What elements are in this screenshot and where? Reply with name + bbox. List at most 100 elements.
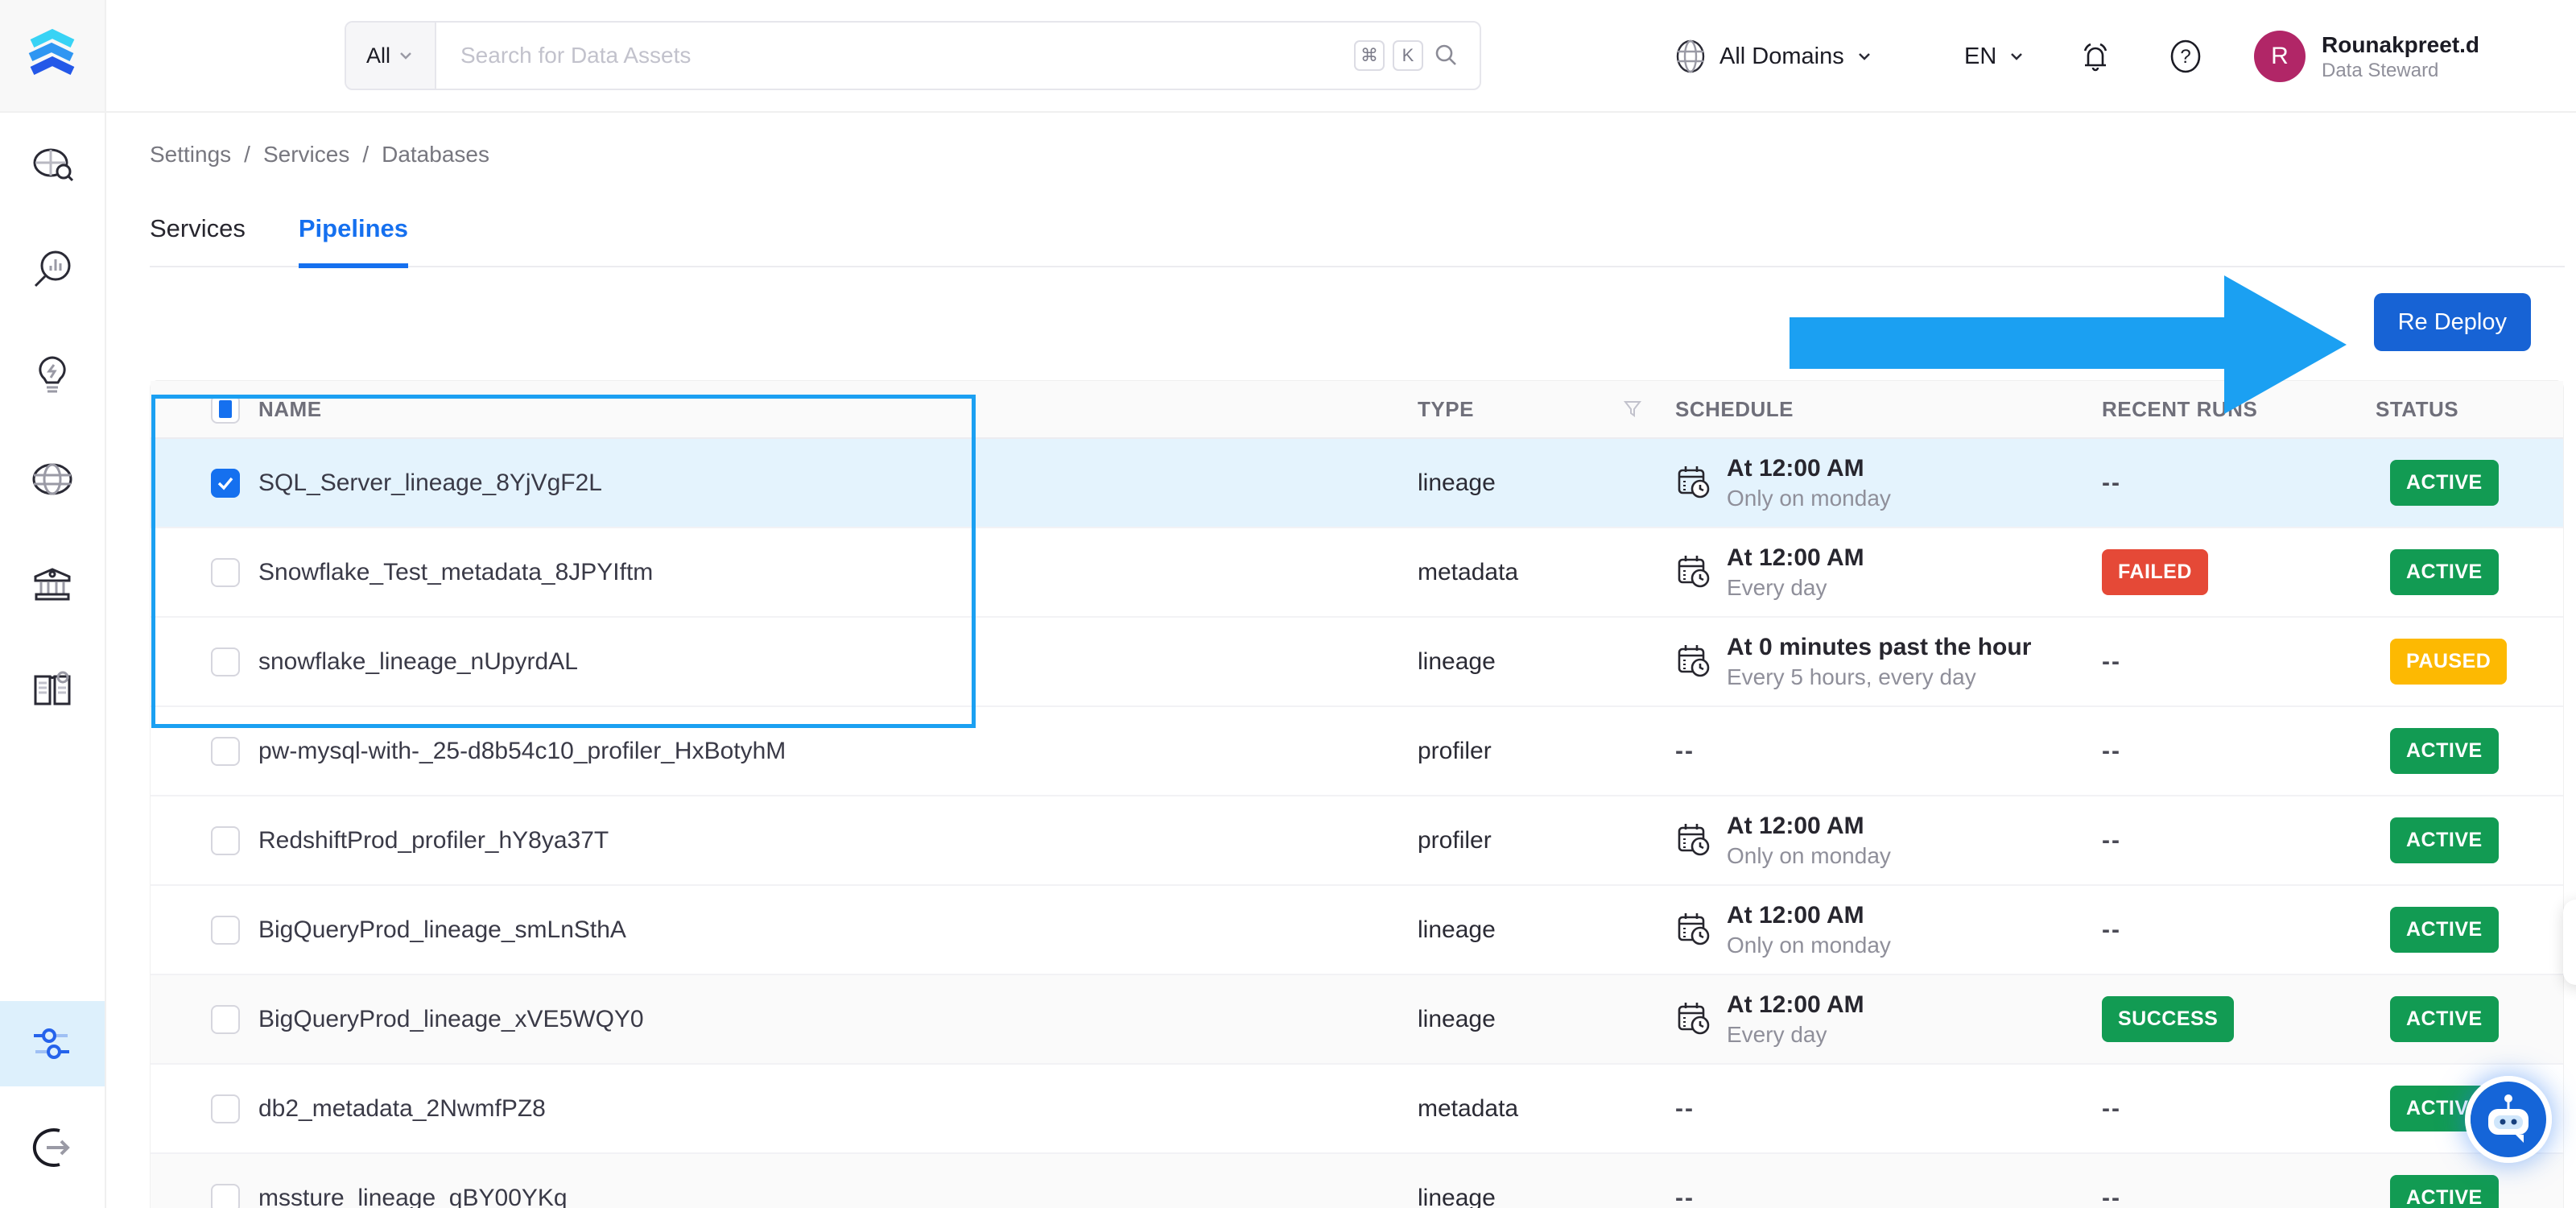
empty-value: -- (1675, 1184, 1695, 1208)
table-body: SQL_Server_lineage_8YjVgF2L lineage At 1… (151, 439, 2563, 1208)
pipelines-settings-page: { "colors": { "primary": "#1763d5", "ann… (0, 0, 2576, 1208)
status-badge: SUCCESS (2102, 996, 2235, 1042)
pipeline-name[interactable]: SQL_Server_lineage_8YjVgF2L (258, 470, 1418, 497)
top-bar: All ⌘ K All Domains EN (106, 0, 2576, 113)
empty-value: -- (1675, 1094, 1695, 1122)
tab-pipelines[interactable]: Pipelines (298, 214, 409, 268)
column-header-schedule[interactable]: SCHEDULE (1675, 397, 2102, 422)
row-checkbox[interactable] (211, 557, 240, 587)
breadcrumb-services[interactable]: Services (263, 142, 349, 168)
tab-services[interactable]: Services (150, 214, 246, 266)
pipeline-type: profiler (1418, 737, 1492, 764)
recent-runs-cell: -- (2102, 648, 2376, 676)
select-all-checkbox[interactable] (211, 395, 240, 424)
status-cell: ACTIVE (2376, 728, 2565, 774)
column-header-name[interactable]: NAME (258, 397, 1418, 422)
breadcrumb-databases[interactable]: Databases (382, 142, 489, 168)
row-checkbox[interactable] (211, 1004, 240, 1034)
status-badge: ACTIVE (2390, 817, 2499, 863)
recent-runs-cell: -- (2102, 1095, 2376, 1123)
bank-icon (34, 568, 71, 601)
sidebar-item-govern[interactable] (0, 532, 105, 636)
pipeline-type: metadata (1418, 558, 1519, 585)
pipeline-name[interactable]: BigQueryProd_lineage_smLnSthA (258, 916, 1418, 944)
filter-icon[interactable] (1622, 399, 1643, 420)
row-checkbox[interactable] (211, 825, 240, 855)
search-icon[interactable] (1431, 41, 1460, 70)
pipeline-type: metadata (1418, 1094, 1519, 1122)
domain-selector[interactable]: All Domains (1673, 0, 1873, 113)
redeploy-button[interactable]: Re Deploy (2373, 293, 2531, 351)
column-header-recent-runs[interactable]: RECENT RUNS (2102, 397, 2376, 422)
row-checkbox[interactable] (211, 1183, 240, 1208)
row-checkbox[interactable] (211, 1094, 240, 1123)
table-row[interactable]: RedshiftProd_profiler_hY8ya37T profiler … (151, 796, 2563, 886)
search-input[interactable] (436, 23, 1354, 89)
status-cell: PAUSED (2376, 639, 2565, 685)
table-row[interactable]: BigQueryProd_lineage_smLnSthA lineage At… (151, 886, 2563, 975)
openmetadata-logo-icon (28, 28, 75, 75)
column-header-type[interactable]: TYPE (1418, 397, 1474, 422)
schedule-time: At 12:00 AM (1727, 812, 1864, 839)
row-checkbox[interactable] (211, 915, 240, 945)
main-content: Settings / Services / Databases Services… (150, 113, 2565, 1208)
chevron-down-icon (400, 52, 411, 60)
table-row[interactable]: BigQueryProd_lineage_xVE5WQY0 lineage At… (151, 975, 2563, 1065)
calendar-clock-icon (1678, 556, 1710, 588)
table-row[interactable]: db2_metadata_2NwmfPZ8 metadata -- -- ACT… (151, 1065, 2563, 1154)
empty-value: -- (2102, 826, 2121, 854)
schedule-frequency: Every 5 hours, every day (1727, 664, 1976, 689)
pipeline-name[interactable]: BigQueryProd_lineage_xVE5WQY0 (258, 1006, 1418, 1033)
sidebar-item-logout[interactable] (0, 1095, 105, 1200)
avatar-initial: R (2271, 43, 2289, 69)
pipeline-name[interactable]: snowflake_lineage_nUpyrdAL (258, 648, 1418, 676)
table-row[interactable]: SQL_Server_lineage_8YjVgF2L lineage At 1… (151, 439, 2563, 528)
column-header-status[interactable]: STATUS (2376, 397, 2565, 422)
edge-widget[interactable] (2563, 900, 2576, 985)
pipeline-type: lineage (1418, 647, 1496, 675)
search-shortcut: ⌘ K (1354, 23, 1480, 89)
global-search: All ⌘ K (345, 21, 1481, 90)
pipeline-schedule: At 12:00 AM Only on monday (1675, 810, 2102, 871)
sidebar-item-explore[interactable] (0, 113, 105, 217)
calendar-clock-icon (1678, 645, 1710, 677)
breadcrumb-settings[interactable]: Settings (150, 142, 231, 168)
help-button[interactable]: ? (2167, 0, 2204, 113)
magnifier-chart-icon (34, 250, 71, 288)
row-checkbox[interactable] (211, 468, 240, 498)
table-row[interactable]: mssture_lineage_qBY00YKq lineage -- -- A… (151, 1154, 2563, 1208)
pipeline-name[interactable]: RedshiftProd_profiler_hY8ya37T (258, 827, 1418, 854)
empty-value: -- (2102, 1094, 2121, 1122)
pipeline-name[interactable]: pw-mysql-with-_25-d8b54c10_profiler_HxBo… (258, 738, 1418, 765)
language-selector[interactable]: EN (1964, 0, 2025, 113)
table-row[interactable]: Snowflake_Test_metadata_8JPYIftm metadat… (151, 528, 2563, 618)
pipeline-type: lineage (1418, 1184, 1496, 1208)
pipeline-schedule: -- (1675, 738, 2102, 765)
sidebar-item-settings[interactable] (0, 1001, 105, 1086)
pipeline-name[interactable]: Snowflake_Test_metadata_8JPYIftm (258, 559, 1418, 586)
status-badge: ACTIVE (2390, 728, 2499, 774)
help-icon: ? (2170, 39, 2201, 73)
pipeline-schedule: At 12:00 AM Only on monday (1675, 900, 2102, 960)
schedule-frequency: Only on monday (1727, 485, 1891, 511)
pipeline-type: lineage (1418, 1005, 1496, 1032)
row-checkbox[interactable] (211, 647, 240, 676)
chatbot-button[interactable] (2465, 1076, 2552, 1163)
notifications-button[interactable] (2077, 0, 2114, 113)
cmd-keycap: ⌘ (1354, 40, 1385, 71)
search-scope-dropdown[interactable]: All (346, 23, 436, 89)
table-row[interactable]: pw-mysql-with-_25-d8b54c10_profiler_HxBo… (151, 707, 2563, 796)
sidebar-item-observability[interactable] (0, 217, 105, 322)
user-menu[interactable]: R Rounakpreet.d Data Steward (2254, 0, 2576, 113)
sidebar-item-domains[interactable] (0, 427, 105, 532)
app-logo[interactable] (0, 0, 105, 113)
table-row[interactable]: snowflake_lineage_nUpyrdAL lineage At 0 … (151, 618, 2563, 707)
sidebar-item-glossary[interactable] (0, 636, 105, 741)
calendar-clock-icon (1678, 913, 1710, 945)
sidebar-item-insights[interactable] (0, 322, 105, 427)
explore-search-globe-icon (33, 148, 74, 182)
pipeline-name[interactable]: mssture_lineage_qBY00YKq (258, 1185, 1418, 1208)
schedule-time: At 0 minutes past the hour (1727, 633, 2032, 660)
pipeline-name[interactable]: db2_metadata_2NwmfPZ8 (258, 1095, 1418, 1123)
row-checkbox[interactable] (211, 736, 240, 766)
